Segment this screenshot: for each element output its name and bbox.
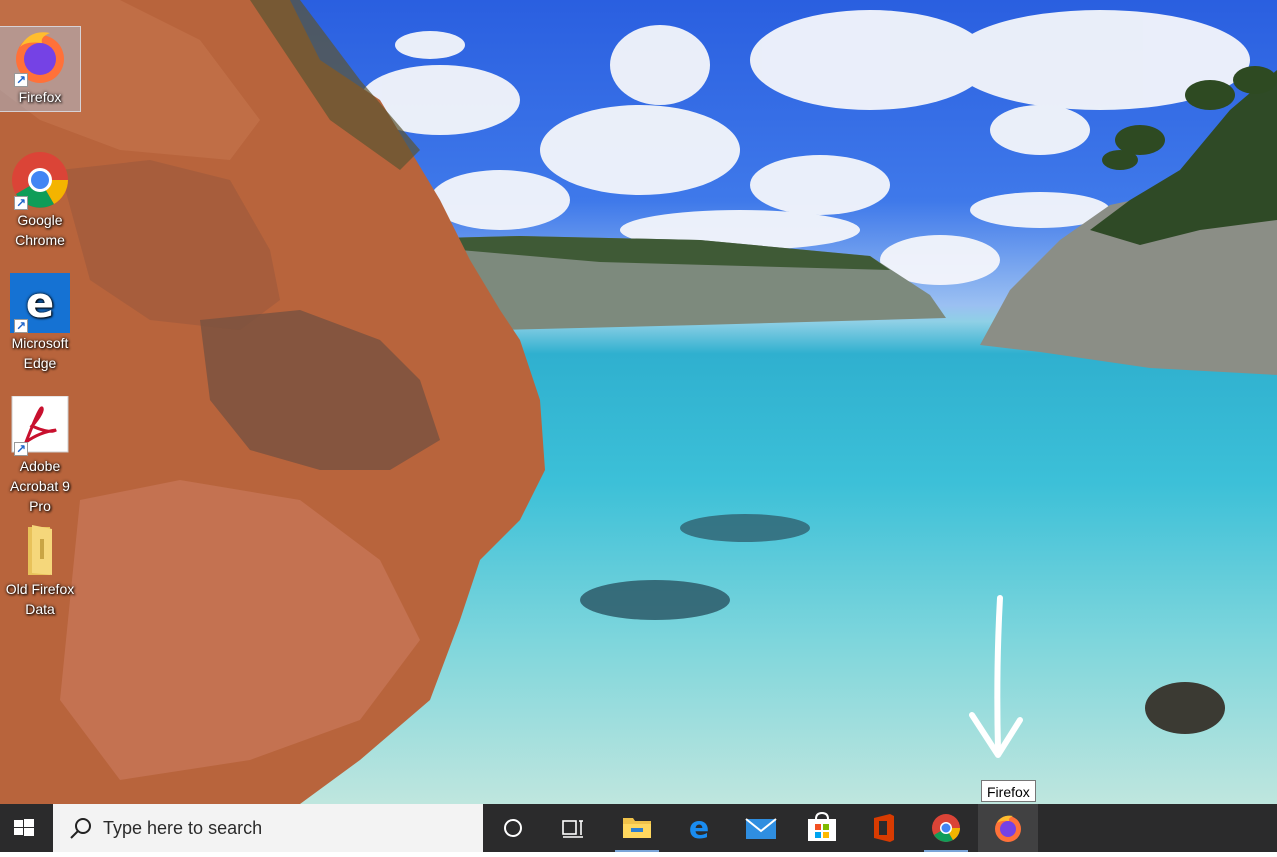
desktop-icon-label: Adobe Acrobat 9 Pro xyxy=(10,458,70,514)
down-arrow-annotation xyxy=(969,595,1023,758)
svg-text:e: e xyxy=(26,278,55,327)
folder-icon xyxy=(10,519,70,579)
svg-text:e: e xyxy=(689,811,709,846)
edge-taskbar-button[interactable]: e xyxy=(669,804,729,852)
firefox-icon xyxy=(995,815,1021,842)
desktop-icon-folder[interactable]: Old Firefox Data xyxy=(0,519,80,619)
mail-button[interactable] xyxy=(731,804,791,852)
office-icon xyxy=(874,814,894,842)
edge-icon: e xyxy=(689,811,709,846)
search-placeholder: Type here to search xyxy=(103,818,263,838)
windows-icon xyxy=(14,819,34,836)
firefox-taskbar-button[interactable] xyxy=(978,804,1038,852)
store-icon xyxy=(808,811,836,841)
desktop-icon-edge[interactable]: e Microsoft Edge xyxy=(0,273,80,373)
cortana-button[interactable] xyxy=(483,804,543,852)
office-button[interactable] xyxy=(854,804,914,852)
task-view-button[interactable] xyxy=(543,804,603,852)
taskbar-tooltip: Firefox xyxy=(981,780,1036,802)
start-button[interactable] xyxy=(0,804,48,852)
acrobat-icon xyxy=(10,395,70,459)
chrome-taskbar-button[interactable] xyxy=(916,804,976,852)
task-view-icon xyxy=(562,820,583,838)
desktop-icon-label: Firefox xyxy=(18,89,62,105)
chrome-icon xyxy=(10,150,70,213)
edge-icon: e xyxy=(10,273,70,336)
desktop-wallpaper xyxy=(0,0,1277,804)
desktop-icon-label: Google Chrome xyxy=(15,212,65,248)
desktop-icon-firefox[interactable]: Firefox xyxy=(0,26,81,112)
search-icon xyxy=(70,818,91,839)
search-input[interactable]: Type here to search xyxy=(53,804,483,852)
desktop-icon-acrobat[interactable]: Adobe Acrobat 9 Pro xyxy=(0,395,80,516)
chrome-icon xyxy=(932,814,960,842)
cortana-icon xyxy=(504,819,522,837)
desktop-icon-label: Old Firefox Data xyxy=(5,581,75,617)
desktop-icon-label: Microsoft Edge xyxy=(11,335,69,371)
store-button[interactable] xyxy=(792,804,852,852)
file-explorer-icon xyxy=(623,818,651,838)
firefox-icon xyxy=(10,27,70,90)
desktop-icon-chrome[interactable]: Google Chrome xyxy=(0,150,80,250)
file-explorer-button[interactable] xyxy=(607,804,667,852)
mail-icon xyxy=(745,818,777,839)
taskbar: Type here to search e xyxy=(0,804,1277,852)
